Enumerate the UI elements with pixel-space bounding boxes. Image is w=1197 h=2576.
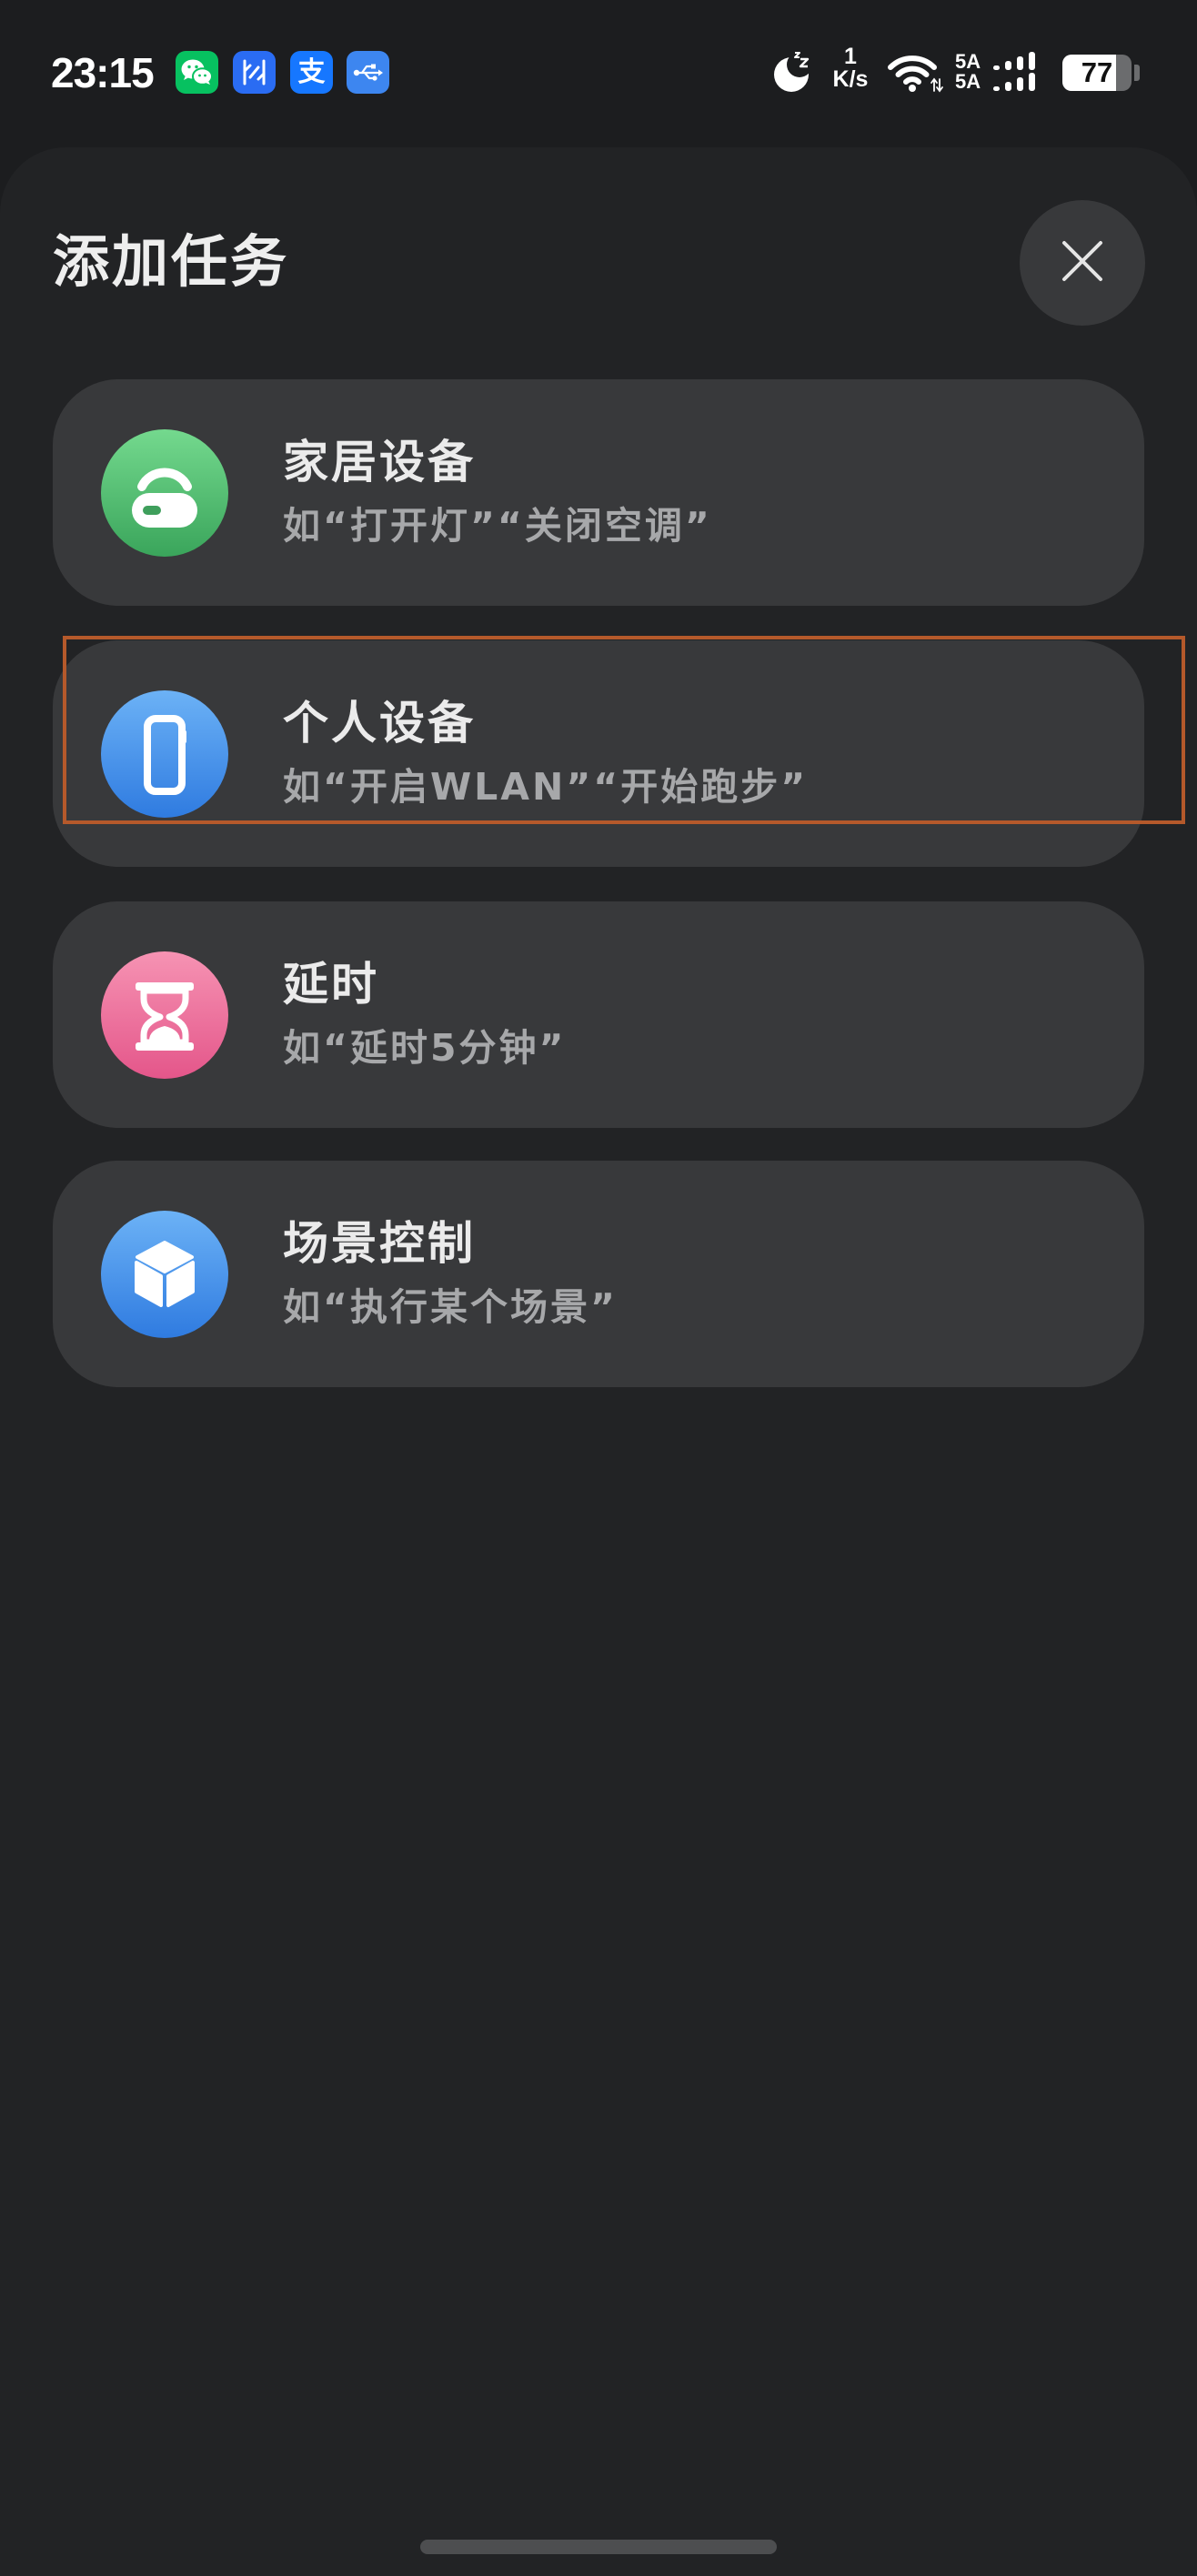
battery-icon: 77 [1062,55,1132,91]
sim1-label: 5A [955,50,981,73]
alipay-icon: 支 [290,51,333,94]
cellular-signal-icon [991,52,1046,97]
option-title: 场景控制 [283,1217,476,1270]
app-icon [233,51,276,94]
highlight-box [63,636,1185,824]
sim2-label: 5A [955,70,981,93]
sheet-title: 添加任务 [53,228,290,295]
hourglass-icon [101,951,228,1079]
sleep-moon-icon [770,49,815,98]
option-title: 家居设备 [283,436,476,488]
wifi-icon [887,51,945,96]
battery-level-text: 77 [1081,56,1113,88]
sim-labels: 5A 5A [955,52,990,92]
alipay-logo-glyph: 支 [297,56,326,88]
option-home-devices[interactable]: 家居设备 如“打开灯”“关闭空调” [53,379,1144,606]
option-subtitle: 如“执行某个场景” [283,1285,618,1329]
option-subtitle: 如“延时5分钟” [283,1026,567,1070]
close-button[interactable] [1020,200,1145,326]
usb-icon [347,51,389,94]
option-scene-control[interactable]: 场景控制 如“执行某个场景” [53,1161,1144,1387]
cube-icon [101,1211,228,1338]
home-indicator[interactable] [420,2540,777,2554]
status-time: 23:15 [51,49,155,96]
option-delay[interactable]: 延时 如“延时5分钟” [53,901,1144,1128]
network-speed-value: 1 [844,44,857,69]
wechat-icon [176,51,218,94]
option-subtitle: 如“打开灯”“关闭空调” [283,504,712,548]
close-icon [1061,240,1103,286]
smart-home-device-icon [101,429,228,557]
network-speed-unit: K/s [832,66,869,92]
add-task-sheet: 添加任务 家居设备 如“打开灯”“关闭空调” 个人设备 如“开启WLAN”“开始… [0,147,1197,2576]
option-title: 延时 [283,958,379,1011]
battery-nub [1134,65,1140,81]
network-speed: 1 K/s [824,45,877,91]
